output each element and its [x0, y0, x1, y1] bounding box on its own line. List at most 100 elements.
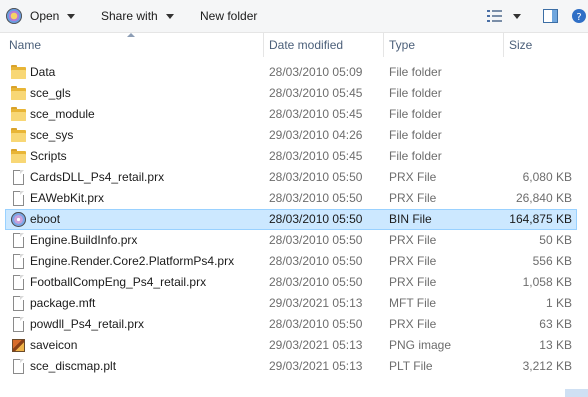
file-row[interactable]: FootballCompEng_Ps4_retail.prx 28/03/2010… [5, 272, 577, 293]
file-name: Engine.BuildInfo.prx [30, 233, 138, 247]
folder-icon [11, 86, 26, 101]
file-type: File folder [389, 65, 442, 79]
file-row[interactable]: sce_discmap.plt 29/03/2021 05:13 PLT File 3… [5, 356, 577, 377]
disc-icon [6, 8, 22, 24]
folder-icon [11, 65, 26, 80]
file-size: 1,058 KB [522, 275, 572, 289]
file-type: PRX File [389, 233, 437, 247]
file-row[interactable]: saveicon 29/03/2021 05:13 PNG image 13 KB [5, 335, 577, 356]
new-folder-button[interactable]: New folder [200, 0, 257, 32]
folder-icon [11, 128, 26, 143]
file-size: 6,080 KB [522, 170, 572, 184]
share-with-label: Share with [101, 9, 158, 23]
details-view-icon [487, 10, 502, 22]
column-header: Name Date modified Type Size [0, 33, 588, 57]
file-row[interactable]: powdll_Ps4_retail.prx 28/03/2010 05:50 PRX… [5, 314, 577, 335]
file-type: File folder [389, 107, 442, 121]
file-name: sce_sys [30, 128, 74, 142]
file-type: PRX File [389, 170, 437, 184]
file-size: 556 KB [532, 254, 572, 268]
file-date-modified: 28/03/2010 05:09 [269, 65, 363, 79]
file-type: PNG image [389, 338, 452, 352]
file-date-modified: 29/03/2010 04:26 [269, 128, 363, 142]
file-row[interactable]: Engine.BuildInfo.prx 28/03/2010 05:50 PRX … [5, 230, 577, 251]
file-date-modified: 28/03/2010 05:45 [269, 86, 363, 100]
file-name: Scripts [30, 149, 67, 163]
command-bar: Open Share with New folder ? [0, 0, 588, 33]
file-date-modified: 28/03/2010 05:50 [269, 191, 363, 205]
file-size: 1 KB [545, 296, 572, 310]
scrollbar-corner[interactable] [565, 389, 588, 397]
file-icon [11, 275, 26, 290]
file-type: File folder [389, 149, 442, 163]
file-row[interactable]: CardsDLL_Ps4_retail.prx 28/03/2010 05:50 P… [5, 167, 577, 188]
file-icon [11, 191, 26, 206]
file-row[interactable]: Engine.Render.Core2.PlatformPs4.prx 28/03… [5, 251, 577, 272]
file-row[interactable]: Data 28/03/2010 05:09 File folder [5, 62, 577, 83]
file-date-modified: 28/03/2010 05:45 [269, 149, 363, 163]
file-row[interactable]: sce_gls 28/03/2010 05:45 File folder [5, 83, 577, 104]
file-icon [11, 296, 26, 311]
file-row[interactable]: EAWebKit.prx 28/03/2010 05:50 PRX File 26,8… [5, 188, 577, 209]
file-name: eboot [30, 212, 61, 226]
help-icon: ? [572, 9, 586, 23]
file-date-modified: 29/03/2021 05:13 [269, 359, 363, 373]
change-view-button[interactable] [487, 0, 521, 32]
file-name: EAWebKit.prx [30, 191, 105, 205]
file-row[interactable]: sce_sys 29/03/2010 04:26 File folder [5, 125, 577, 146]
help-button[interactable]: ? [572, 0, 586, 32]
open-label: Open [30, 9, 60, 23]
folder-icon [11, 107, 26, 122]
file-date-modified: 28/03/2010 05:50 [269, 254, 363, 268]
file-type: File folder [389, 128, 442, 142]
file-date-modified: 29/03/2021 05:13 [269, 338, 363, 352]
file-type: MFT File [389, 296, 437, 310]
file-type: PRX File [389, 191, 437, 205]
file-date-modified: 28/03/2010 05:50 [269, 212, 363, 226]
chevron-down-icon[interactable] [513, 13, 521, 19]
share-with-button[interactable]: Share with [101, 0, 174, 32]
file-size: 13 KB [539, 338, 572, 352]
file-name: Engine.Render.Core2.PlatformPs4.prx [30, 254, 235, 268]
file-icon [11, 317, 26, 332]
file-name: CardsDLL_Ps4_retail.prx [30, 170, 165, 184]
file-type: PLT File [389, 359, 433, 373]
new-folder-label: New folder [200, 9, 258, 23]
column-name[interactable]: Name [4, 33, 262, 57]
file-icon [11, 359, 26, 374]
file-row[interactable]: package.mft 29/03/2021 05:13 MFT File 1 KB [5, 293, 577, 314]
file-size: 63 KB [539, 317, 572, 331]
file-icon [11, 170, 26, 185]
disc-icon [11, 212, 26, 227]
file-name: saveicon [30, 338, 78, 352]
file-name: powdll_Ps4_retail.prx [30, 317, 145, 331]
preview-pane-button[interactable] [543, 0, 558, 32]
column-type[interactable]: Type [384, 33, 502, 57]
file-date-modified: 28/03/2010 05:50 [269, 233, 363, 247]
file-size: 26,840 KB [515, 191, 572, 205]
column-size[interactable]: Size [504, 33, 584, 57]
open-button[interactable]: Open [6, 0, 76, 32]
chevron-down-icon[interactable] [67, 13, 76, 19]
file-row[interactable]: eboot 28/03/2010 05:50 BIN File 164,875 KB [5, 209, 577, 230]
file-date-modified: 28/03/2010 05:50 [269, 170, 363, 184]
file-size: 3,212 KB [522, 359, 572, 373]
file-name: Data [30, 65, 56, 79]
file-date-modified: 28/03/2010 05:45 [269, 107, 363, 121]
file-size: 50 KB [539, 233, 572, 247]
file-type: PRX File [389, 275, 437, 289]
preview-pane-icon [543, 9, 558, 23]
file-type: PRX File [389, 254, 437, 268]
column-date-modified[interactable]: Date modified [264, 33, 382, 57]
svg-text:?: ? [576, 12, 581, 23]
image-file-icon [11, 338, 26, 353]
file-row[interactable]: Scripts 28/03/2010 05:45 File folder [5, 146, 577, 167]
file-name: sce_gls [30, 86, 71, 100]
file-name: sce_discmap.plt [30, 359, 117, 373]
file-name: package.mft [30, 296, 96, 310]
file-icon [11, 233, 26, 248]
file-row[interactable]: sce_module 28/03/2010 05:45 File folder [5, 104, 577, 125]
file-type: BIN File [389, 212, 432, 226]
file-size: 164,875 KB [509, 212, 572, 226]
file-icon [11, 254, 26, 269]
